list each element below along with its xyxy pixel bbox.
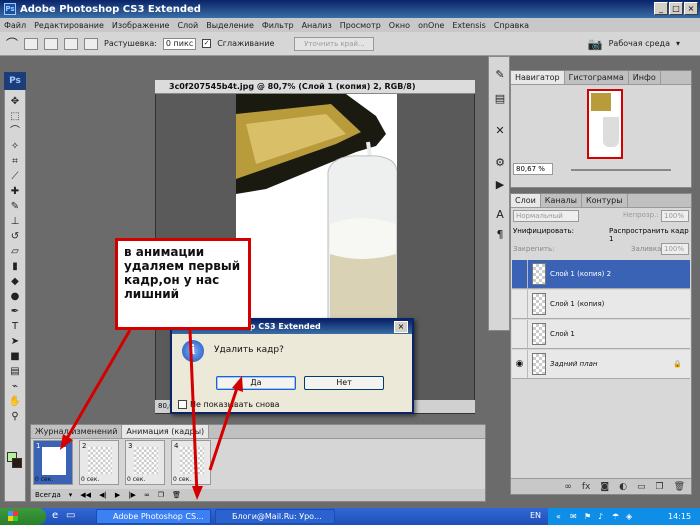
tray-network-icon[interactable]: ⚑ xyxy=(584,508,591,525)
arrow-to-frame xyxy=(64,329,132,441)
arrow-to-trash xyxy=(188,329,199,495)
tray-volume-icon[interactable]: ♪ xyxy=(598,508,603,525)
arrow-to-yes xyxy=(208,384,240,471)
arrow-head-trash xyxy=(192,486,203,500)
language-indicator[interactable]: EN xyxy=(530,511,541,520)
start-button[interactable] xyxy=(0,508,46,525)
system-tray: « ✉ ⚑ ♪ ☂ ◈ 14:15 xyxy=(548,508,700,525)
tray-arrow-icon[interactable]: « xyxy=(556,508,561,525)
annotation-arrows xyxy=(60,329,243,500)
tray-antivirus-icon[interactable]: ☂ xyxy=(612,508,619,525)
taskbar-item-mailru[interactable]: Блоги@Mail.Ru: Уро... xyxy=(215,509,335,524)
tray-mail-icon[interactable]: ✉ xyxy=(570,508,577,525)
arrow-head-frame xyxy=(60,434,73,450)
quicklaunch-ie-icon[interactable]: e xyxy=(52,510,58,521)
taskbar-item-photoshop[interactable]: Adobe Photoshop CS... xyxy=(96,509,211,524)
clock: 14:15 xyxy=(668,512,692,521)
tray-shield-icon[interactable]: ◈ xyxy=(626,508,632,525)
quicklaunch-desktop-icon[interactable]: ▭ xyxy=(66,510,75,521)
arrow-head-yes xyxy=(232,376,243,392)
windows-logo-icon xyxy=(8,511,18,521)
